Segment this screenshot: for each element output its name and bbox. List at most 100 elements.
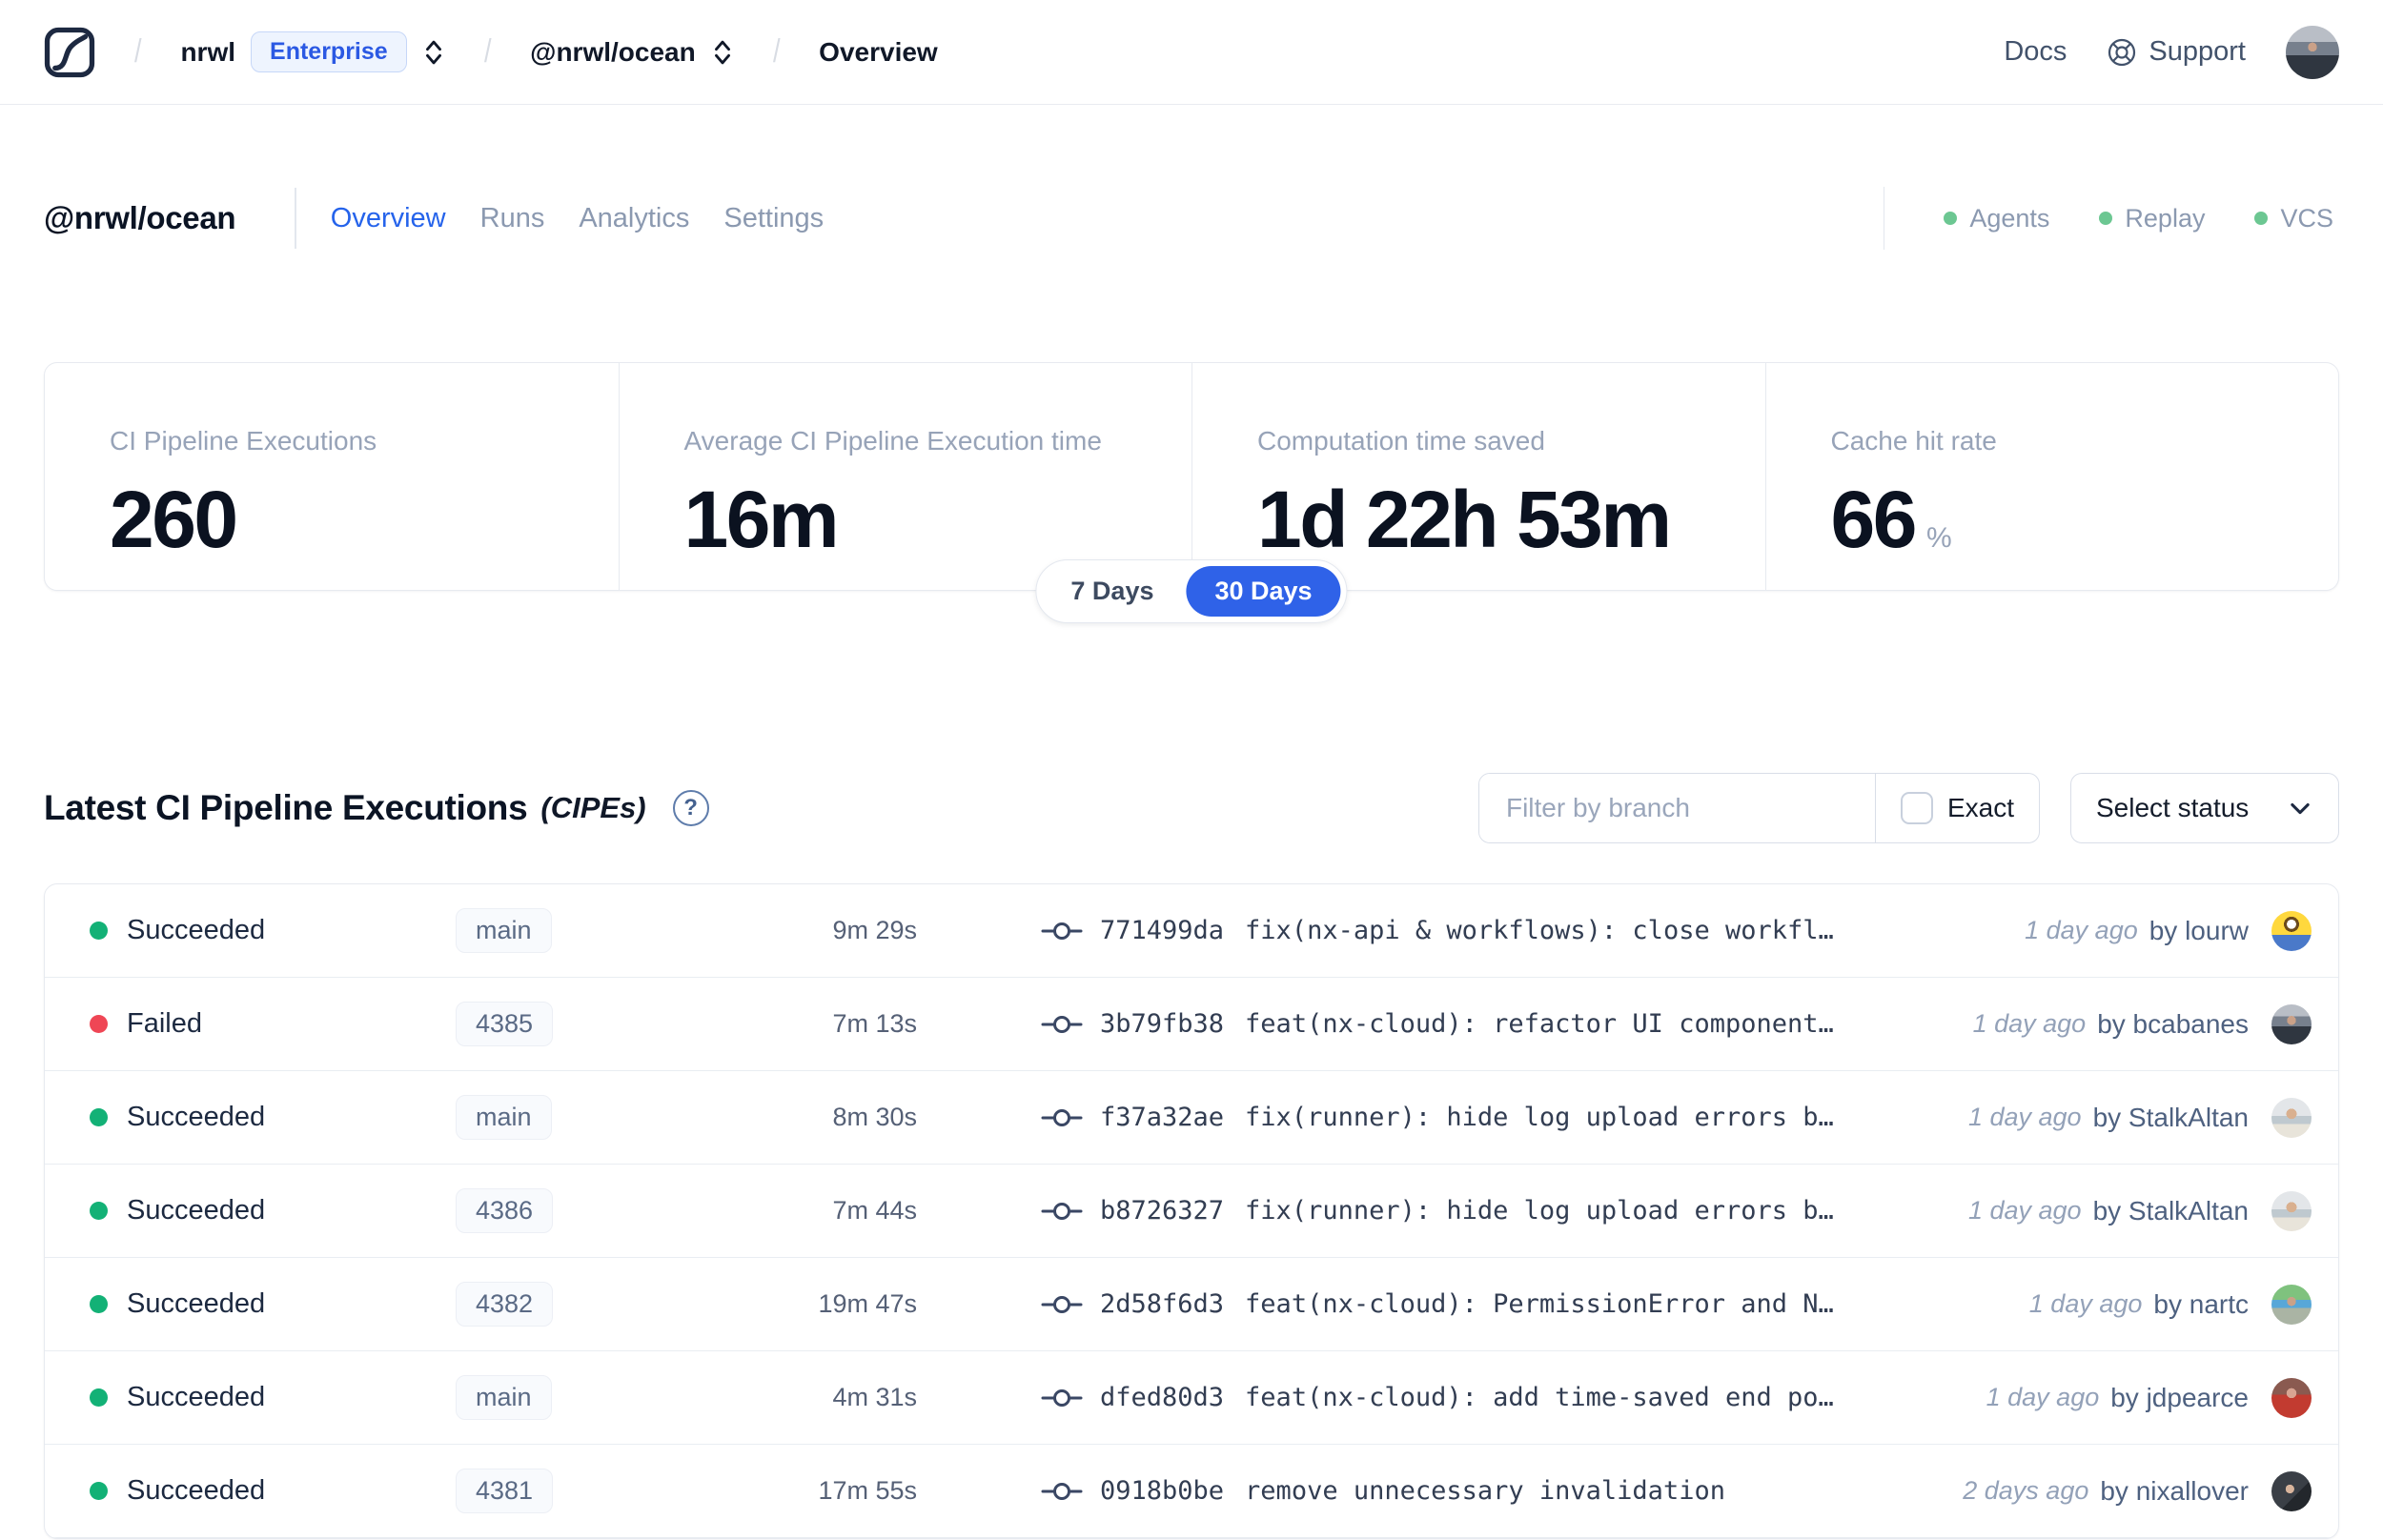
integration-label: VCS (2280, 203, 2333, 233)
commit-hash: 0918b0be (1100, 1476, 1225, 1506)
tab-settings[interactable]: Settings (723, 203, 824, 234)
plan-badge: Enterprise (251, 31, 407, 72)
author: by StalkAltan (2092, 1195, 2249, 1226)
branch-badge[interactable]: 4381 (456, 1468, 554, 1514)
branch-filter-group: Exact (1477, 773, 2040, 843)
user-avatar[interactable] (2286, 25, 2339, 79)
chevron-updown-icon[interactable] (422, 37, 445, 68)
branch-cell: main (456, 1374, 728, 1421)
range-7-days[interactable]: 7 Days (1042, 566, 1182, 617)
table-row[interactable]: Succeeded 4381 17m 55s 0918b0be remove u… (45, 1445, 2338, 1538)
git-commit-icon (1041, 1108, 1083, 1126)
status-label: Succeeded (127, 1288, 266, 1319)
cipe-table: Succeeded main 9m 29s 771499da fix(nx-ap… (44, 883, 2339, 1539)
chevron-updown-icon[interactable] (711, 37, 734, 68)
support-label: Support (2149, 36, 2246, 67)
avatar (2271, 1377, 2312, 1418)
branch-cell: main (456, 1094, 728, 1141)
duration: 8m 30s (832, 1103, 917, 1131)
breadcrumb-separator: / (133, 33, 142, 70)
branch-badge[interactable]: 4386 (456, 1187, 554, 1234)
time-ago: 1 day ago (1967, 1103, 2082, 1131)
meta-cell: 2 days ago by nixallover (1963, 1470, 2312, 1511)
branch-cell: main (456, 907, 728, 954)
table-row[interactable]: Succeeded main 8m 30s f37a32ae fix(runne… (45, 1071, 2338, 1165)
stats-section: CI Pipeline Executions 260 Average CI Pi… (44, 362, 2339, 623)
support-link[interactable]: Support (2107, 36, 2246, 68)
status-select-label: Select status (2096, 793, 2250, 822)
stat-computation-time-saved: Computation time saved 1d 22h 53m (1192, 363, 1765, 590)
integration-replay[interactable]: Replay (2099, 204, 2205, 233)
status-label: Succeeded (127, 915, 266, 945)
workspace-selector[interactable]: @nrwl/ocean (530, 37, 734, 68)
exact-label: Exact (1946, 793, 2014, 822)
table-row[interactable]: Succeeded 4386 7m 44s b8726327 fix(runne… (45, 1165, 2338, 1258)
meta-cell: 1 day ago by StalkAltan (1967, 1097, 2312, 1138)
stat-average-execution-time: Average CI Pipeline Execution time 16m (618, 363, 1192, 590)
table-filters: Exact Select status (1477, 773, 2339, 843)
commit-cell: f37a32ae fix(runner): hide log upload er… (917, 1103, 1968, 1132)
org-name: nrwl (180, 36, 236, 67)
status-dot (90, 1388, 108, 1407)
author: by lourw (2149, 915, 2249, 945)
lifebuoy-icon (2108, 38, 2136, 66)
range-30-days[interactable]: 30 Days (1186, 566, 1341, 617)
status-select-dropdown[interactable]: Select status (2070, 773, 2339, 843)
branch-badge[interactable]: 4382 (456, 1281, 554, 1327)
branch-badge[interactable]: main (456, 1094, 552, 1141)
integration-agents[interactable]: Agents (1944, 204, 2049, 233)
help-icon[interactable]: ? (672, 790, 709, 826)
status-dot (90, 1482, 108, 1500)
branch-badge[interactable]: main (456, 907, 552, 954)
status-label: Succeeded (127, 1382, 266, 1412)
nx-cloud-logo-icon[interactable] (44, 27, 95, 78)
date-range-toggle: 7 Days 30 Days (1035, 559, 1348, 623)
git-commit-icon (1041, 1015, 1083, 1033)
stat-value: 66% (1830, 475, 1952, 564)
branch-badge[interactable]: main (456, 1374, 552, 1421)
status-dot (90, 1015, 108, 1033)
branch-badge[interactable]: 4385 (456, 1001, 554, 1047)
duration: 4m 31s (832, 1383, 917, 1411)
breadcrumb-page: Overview (819, 36, 938, 67)
commit-message: fix(runner): hide log upload errors b… (1245, 1196, 1834, 1226)
author: by nartc (2153, 1288, 2249, 1319)
table-row[interactable]: Succeeded main 4m 31s dfed80d3 feat(nx-c… (45, 1351, 2338, 1445)
duration: 19m 47s (818, 1289, 917, 1318)
section-title: Latest CI Pipeline Executions (44, 788, 528, 827)
stat-label: Computation time saved (1257, 426, 1545, 456)
time-ago: 1 day ago (2028, 1289, 2143, 1318)
integration-vcs[interactable]: VCS (2254, 204, 2333, 233)
avatar (2271, 1003, 2312, 1044)
status-dot (90, 1295, 108, 1313)
commit-cell: 3b79fb38 feat(nx-cloud): refactor UI com… (917, 1009, 1973, 1039)
table-row[interactable]: Succeeded 4382 19m 47s 2d58f6d3 feat(nx-… (45, 1258, 2338, 1351)
commit-cell: 0918b0be remove unnecessary invalidation (917, 1476, 1963, 1506)
commit-message: remove unnecessary invalidation (1245, 1476, 1725, 1506)
org-selector[interactable]: nrwl Enterprise (180, 31, 444, 72)
docs-link[interactable]: Docs (2004, 36, 2067, 68)
divider (1883, 187, 1885, 250)
commit-message: feat(nx-cloud): refactor UI component… (1245, 1009, 1834, 1039)
table-row[interactable]: Failed 4385 7m 13s 3b79fb38 feat(nx-clou… (45, 978, 2338, 1071)
git-commit-icon (1041, 1482, 1083, 1500)
tab-overview[interactable]: Overview (331, 203, 446, 234)
branch-filter-input[interactable] (1478, 774, 1875, 842)
tab-runs[interactable]: Runs (480, 203, 545, 234)
branch-cell: 4385 (456, 1001, 728, 1047)
meta-cell: 1 day ago by lourw (2025, 910, 2312, 951)
time-ago: 1 day ago (2025, 916, 2138, 944)
duration: 17m 55s (818, 1476, 917, 1505)
exact-checkbox[interactable] (1900, 792, 1933, 824)
avatar (2271, 1470, 2312, 1511)
commit-message: fix(runner): hide log upload errors b… (1245, 1103, 1834, 1132)
integration-label: Agents (1969, 203, 2050, 233)
table-row[interactable]: Succeeded main 9m 29s 771499da fix(nx-ap… (45, 884, 2338, 978)
integration-label: Replay (2125, 203, 2206, 233)
stat-value: 16m (683, 475, 840, 564)
duration: 7m 13s (832, 1009, 917, 1038)
author: by StalkAltan (2092, 1102, 2249, 1132)
status-cell: Succeeded (90, 1102, 456, 1133)
stat-value: 1d 22h 53m (1257, 475, 1672, 564)
tab-analytics[interactable]: Analytics (579, 203, 689, 234)
